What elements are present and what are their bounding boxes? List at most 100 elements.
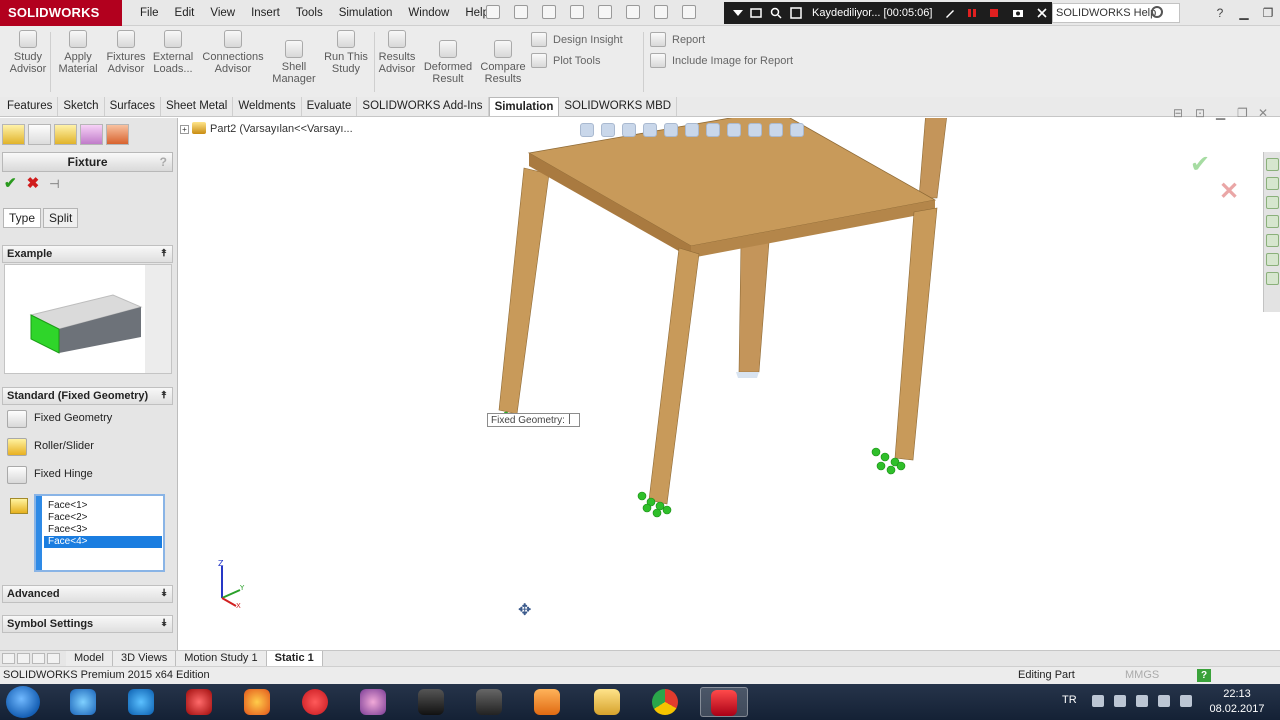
display-style-icon[interactable]	[685, 123, 699, 137]
pause-icon[interactable]	[966, 7, 978, 19]
view-palette-icon[interactable]	[1265, 215, 1279, 228]
fixed-hinge-option[interactable]: Fixed Hinge	[4, 463, 172, 487]
taskbar-ie[interactable]	[60, 687, 108, 717]
expand-down-icon[interactable]: ⯯	[161, 586, 167, 602]
apply-scene-icon[interactable]	[748, 123, 762, 137]
graphics-area[interactable]	[179, 118, 1261, 650]
undo-icon[interactable]	[626, 5, 640, 19]
maximize-doc-icon[interactable]: ❐	[1237, 106, 1248, 120]
ok-check-icon[interactable]: ✔	[4, 176, 17, 192]
display-manager-icon[interactable]	[106, 124, 129, 145]
collapse-up-icon[interactable]: ⯭	[161, 246, 167, 262]
tab-static-study[interactable]: Static 1	[266, 651, 323, 666]
roller-slider-option[interactable]: Roller/Slider	[4, 435, 172, 459]
menu-file[interactable]: File	[132, 0, 167, 26]
select-icon[interactable]	[654, 5, 668, 19]
list-item[interactable]: Face<1>	[44, 500, 162, 512]
design-library-icon[interactable]	[1265, 177, 1279, 190]
example-group-header[interactable]: Example ⯭	[2, 245, 173, 263]
symbol-settings-header[interactable]: Symbol Settings ⯯	[2, 615, 173, 633]
faces-selection-box[interactable]: Face<1> Face<2> Face<3> Face<4>	[10, 494, 165, 572]
zoom-area-icon[interactable]	[601, 123, 615, 137]
pen-icon[interactable]	[944, 7, 956, 19]
region-icon[interactable]	[790, 7, 802, 19]
tab-mbd[interactable]: SOLIDWORKS MBD	[559, 97, 678, 116]
tab-motion-study[interactable]: Motion Study 1	[176, 651, 267, 666]
menu-simulation[interactable]: Simulation	[331, 0, 401, 26]
restore-icon[interactable]: ❐	[1256, 0, 1280, 26]
close-recorder-icon[interactable]	[1036, 7, 1048, 19]
previous-view-icon[interactable]	[622, 123, 636, 137]
taskbar-explorer[interactable]	[584, 687, 632, 717]
network-icon[interactable]	[1136, 695, 1148, 707]
fixed-geometry-option[interactable]: Fixed Geometry	[4, 407, 172, 431]
study-advisor-button[interactable]: Study Advisor	[8, 30, 48, 75]
next-tab-arrow-icon[interactable]	[32, 653, 45, 664]
taskbar-solidworks[interactable]	[700, 687, 748, 717]
taskbar-opera[interactable]	[292, 687, 340, 717]
confirm-corner-x-icon[interactable]: ✕	[1219, 177, 1239, 206]
expand-down-icon[interactable]: ⯯	[161, 616, 167, 632]
menu-insert[interactable]: Insert	[243, 0, 288, 26]
menu-tools[interactable]: Tools	[288, 0, 331, 26]
tab-sheet-metal[interactable]: Sheet Metal	[161, 97, 234, 116]
confirm-corner-check-icon[interactable]: ✔	[1190, 150, 1210, 179]
deformed-result-button[interactable]: Deformed Result	[422, 40, 474, 85]
plot-tools-button[interactable]: Plot Tools	[531, 53, 601, 68]
save-icon[interactable]	[570, 5, 584, 19]
standard-group-header[interactable]: Standard (Fixed Geometry) ⯭	[2, 387, 173, 405]
volume-icon[interactable]	[1180, 695, 1192, 707]
tab-3d-views[interactable]: 3D Views	[112, 651, 177, 666]
configuration-manager-icon[interactable]	[54, 124, 77, 145]
results-advisor-button[interactable]: Results Advisor	[376, 30, 418, 75]
pin-icon[interactable]	[486, 5, 500, 19]
last-tab-arrow-icon[interactable]	[47, 653, 60, 664]
camera-icon[interactable]	[1012, 7, 1024, 19]
close-doc-icon[interactable]: ✕	[1258, 106, 1268, 120]
stop-icon[interactable]	[988, 7, 1000, 19]
quick-tips-icon[interactable]: ?	[1197, 669, 1211, 682]
minimize-icon[interactable]: ▁	[1232, 0, 1256, 26]
zoom-icon[interactable]	[770, 7, 782, 19]
taskbar-app-flowers[interactable]	[350, 687, 398, 717]
help-icon[interactable]: ?	[160, 153, 167, 171]
search-icon[interactable]	[1151, 6, 1163, 18]
tab-evaluate[interactable]: Evaluate	[302, 97, 358, 116]
list-item[interactable]: Face<3>	[44, 524, 162, 536]
external-loads-button[interactable]: External Loads...	[150, 30, 196, 75]
cancel-x-icon[interactable]: ✖	[27, 176, 40, 192]
prev-tab-arrow-icon[interactable]	[17, 653, 30, 664]
hide-show-icon[interactable]	[706, 123, 720, 137]
feature-tree-flyout[interactable]: + Part2 (Varsayılan<<Varsayı...	[180, 122, 353, 135]
chair-model[interactable]	[179, 118, 1261, 650]
fixed-geometry-callout[interactable]: Fixed Geometry:	[487, 413, 580, 427]
taskbar-chrome[interactable]	[642, 687, 690, 717]
view-orientation-icon[interactable]	[664, 123, 678, 137]
menu-window[interactable]: Window	[400, 0, 457, 26]
file-explorer-icon[interactable]	[1265, 196, 1279, 209]
taskbar-clock[interactable]: 22:13 08.02.2017	[1208, 687, 1266, 717]
rebuild-icon[interactable]	[682, 5, 696, 19]
print-icon[interactable]	[598, 5, 612, 19]
list-item[interactable]: Face<2>	[44, 512, 162, 524]
expand-icon[interactable]: +	[180, 125, 189, 134]
tab-surfaces[interactable]: Surfaces	[105, 97, 161, 116]
taskbar-nfs[interactable]	[408, 687, 456, 717]
include-image-button[interactable]: Include Image for Report	[650, 53, 793, 68]
new-document-icon[interactable]	[514, 5, 528, 19]
help-question-icon[interactable]: ?	[1208, 0, 1232, 26]
tab-features[interactable]: Features	[2, 97, 59, 116]
list-item-selected[interactable]: Face<4>	[44, 536, 162, 548]
taskbar-firefox[interactable]	[234, 687, 282, 717]
tab-type[interactable]: Type	[3, 208, 42, 228]
start-button-icon[interactable]	[6, 686, 40, 718]
pushpin-icon[interactable]: ⊣	[49, 176, 59, 192]
taskbar-app-red[interactable]	[176, 687, 224, 717]
forum-icon[interactable]	[1265, 272, 1279, 285]
connections-advisor-button[interactable]: Connections Advisor	[200, 30, 266, 75]
tray-arrow-icon[interactable]	[1092, 695, 1104, 707]
property-manager-icon[interactable]	[28, 124, 51, 145]
section-view-icon[interactable]	[643, 123, 657, 137]
flag-icon[interactable]	[1114, 695, 1126, 707]
view-settings-icon[interactable]	[769, 123, 783, 137]
